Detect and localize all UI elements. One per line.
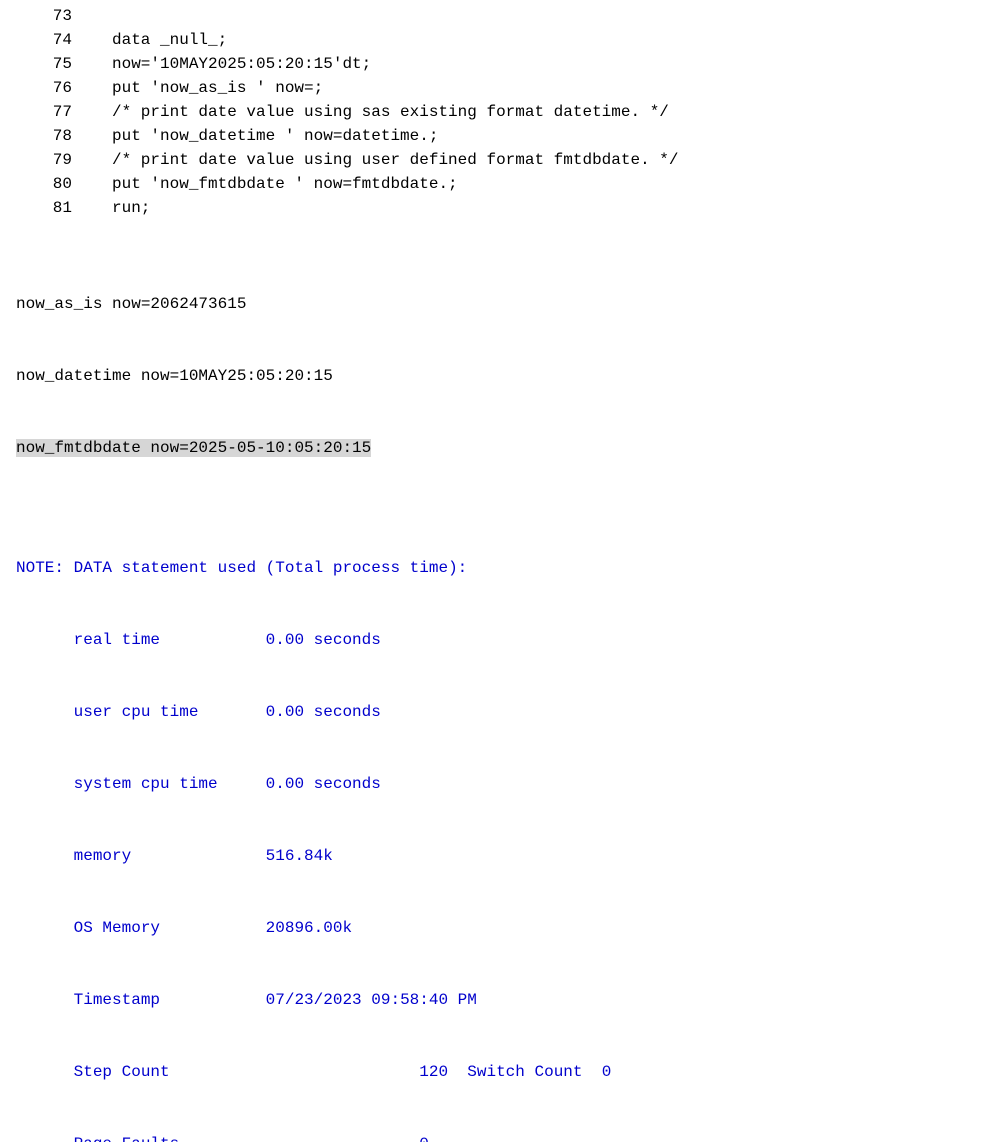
code-text: data _null_;: [72, 28, 227, 52]
step-count-cell: Step Count 120 Switch Count 0: [74, 1063, 612, 1081]
code-line: 76 put 'now_as_is ' now=;: [40, 76, 993, 100]
code-line: 79 /* print date value using user define…: [40, 148, 993, 172]
note-row-value: 20896.00k: [266, 919, 352, 937]
line-number: 80: [40, 172, 72, 196]
note-row-label: Timestamp: [74, 991, 266, 1009]
page-faults-cell: Page Faults 0: [74, 1135, 429, 1142]
code-text: [72, 4, 112, 28]
code-line: 81 run;: [40, 196, 993, 220]
note-row-value: 0.00 seconds: [266, 775, 381, 793]
note-row: Timestamp 07/23/2023 09:58:40 PM: [16, 988, 993, 1012]
note-page-faults-row: Page Faults 0: [16, 1132, 993, 1142]
code-text: put 'now_as_is ' now=;: [72, 76, 323, 100]
line-number: 74: [40, 28, 72, 52]
note-row-label: OS Memory: [74, 919, 266, 937]
note-step-count-row: Step Count 120 Switch Count 0: [16, 1060, 993, 1084]
note-row-label: system cpu time: [74, 775, 266, 793]
code-text: /* print date value using user defined f…: [72, 148, 679, 172]
output-line: now_datetime now=10MAY25:05:20:15: [16, 364, 993, 388]
note-row: system cpu time 0.00 seconds: [16, 772, 993, 796]
code-text: put 'now_datetime ' now=datetime.;: [72, 124, 438, 148]
note-row: memory 516.84k: [16, 844, 993, 868]
log-output[interactable]: now_as_is now=2062473615 now_datetime no…: [0, 244, 993, 1142]
code-line: 73: [40, 4, 993, 28]
code-line: 78 put 'now_datetime ' now=datetime.;: [40, 124, 993, 148]
code-text: now='10MAY2025:05:20:15'dt;: [72, 52, 371, 76]
note-row: OS Memory 20896.00k: [16, 916, 993, 940]
output-line: now_as_is now=2062473615: [16, 292, 993, 316]
code-line: 80 put 'now_fmtdbdate ' now=fmtdbdate.;: [40, 172, 993, 196]
line-number: 73: [40, 4, 72, 28]
note-row-label: real time: [74, 631, 266, 649]
note-row: user cpu time 0.00 seconds: [16, 700, 993, 724]
note-row-label: user cpu time: [74, 703, 266, 721]
note-row-label: memory: [74, 847, 266, 865]
line-number: 77: [40, 100, 72, 124]
line-number: 81: [40, 196, 72, 220]
code-text: run;: [72, 196, 150, 220]
note-row: real time 0.00 seconds: [16, 628, 993, 652]
note-header: NOTE: DATA statement used (Total process…: [16, 556, 993, 580]
note-row-value: 516.84k: [266, 847, 333, 865]
note-row-value: 0.00 seconds: [266, 703, 381, 721]
highlighted-text: now_fmtdbdate now=2025-05-10:05:20:15: [16, 439, 371, 457]
line-number: 75: [40, 52, 72, 76]
code-editor[interactable]: 73 74 data _null_; 75 now='10MAY2025:05:…: [0, 4, 993, 220]
line-number: 78: [40, 124, 72, 148]
note-row-value: 0.00 seconds: [266, 631, 381, 649]
code-text: put 'now_fmtdbdate ' now=fmtdbdate.;: [72, 172, 458, 196]
output-line-highlighted: now_fmtdbdate now=2025-05-10:05:20:15: [16, 436, 993, 460]
code-line: 74 data _null_;: [40, 28, 993, 52]
line-number: 76: [40, 76, 72, 100]
code-line: 77 /* print date value using sas existin…: [40, 100, 993, 124]
line-number: 79: [40, 148, 72, 172]
note-row-value: 07/23/2023 09:58:40 PM: [266, 991, 477, 1009]
note-block: NOTE: DATA statement used (Total process…: [16, 508, 993, 1142]
code-line: 75 now='10MAY2025:05:20:15'dt;: [40, 52, 993, 76]
code-text: /* print date value using sas existing f…: [72, 100, 669, 124]
